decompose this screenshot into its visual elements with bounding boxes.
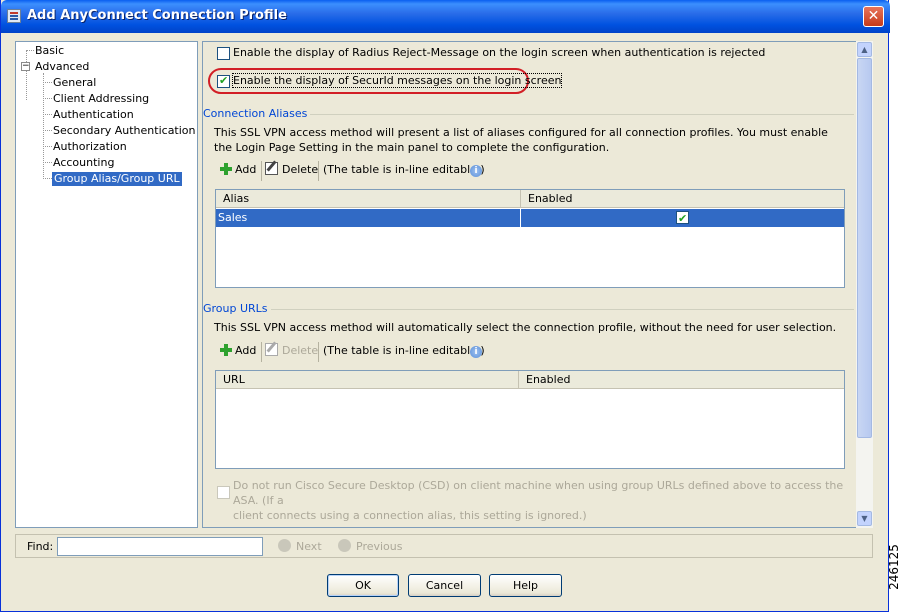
scroll-down-icon[interactable]: ▼ [857,511,872,526]
add-icon [220,344,232,356]
delete-icon [265,343,278,356]
window-title: Add AnyConnect Connection Profile [27,8,287,23]
group-urls-description: This SSL VPN access method will automati… [214,321,837,334]
scroll-up-icon[interactable]: ▲ [857,42,872,57]
previous-icon [338,539,351,552]
group-divider [260,309,854,310]
find-next-button[interactable]: Next [296,540,322,553]
navigation-tree: Basic − Advanced General Client Addressi… [15,41,198,528]
column-header-url[interactable]: URL [216,371,519,389]
tree-item-advanced[interactable]: Advanced [35,60,89,74]
group-divider [290,114,854,115]
url-table: URL Enabled [215,370,845,469]
tree-item-basic[interactable]: Basic [35,44,64,58]
help-button[interactable]: Help [489,574,562,597]
app-icon [7,9,21,23]
column-header-alias[interactable]: Alias [216,190,521,208]
radius-reject-label: Enable the display of Radius Reject-Mess… [233,46,766,59]
info-icon[interactable]: i [470,165,482,177]
tree-item-authentication[interactable]: Authentication [53,108,134,122]
collapse-icon[interactable]: − [21,62,30,71]
tree-item-authorization[interactable]: Authorization [53,140,127,154]
tree-item-accounting[interactable]: Accounting [53,156,114,170]
url-editable-note: (The table is in-line editable.) [323,344,485,357]
ok-button[interactable]: OK [327,574,399,597]
tree-item-secondary-authentication[interactable]: Secondary Authentication [53,124,196,138]
find-input[interactable] [57,537,263,556]
table-row[interactable]: Sales [216,209,844,228]
url-table-header: URL Enabled [216,371,844,389]
connection-aliases-title: Connection Aliases [203,107,311,120]
enabled-cell[interactable] [521,209,844,228]
find-label: Find: [27,540,54,553]
csd-label: Do not run Cisco Secure Desktop (CSD) on… [233,479,844,522]
vertical-scrollbar[interactable]: ▲ ▼ [856,41,873,528]
alias-cell[interactable]: Sales [216,209,521,227]
alias-enabled-checkbox[interactable] [676,210,689,228]
tree-item-general[interactable]: General [53,76,96,90]
alias-delete-button[interactable]: Delete [265,160,318,182]
csd-checkbox[interactable] [217,486,230,499]
tree-item-client-addressing[interactable]: Client Addressing [53,92,149,106]
title-bar[interactable]: Add AnyConnect Connection Profile ✕ [1,0,890,33]
group-urls-title: Group URLs [203,302,271,315]
info-icon[interactable]: i [470,346,482,358]
alias-editable-note: (The table is in-line editable.) [323,163,485,176]
url-delete-button[interactable]: Delete [265,341,318,363]
alias-add-button[interactable]: Add [220,160,256,182]
securid-label: Enable the display of SecurId messages o… [231,73,563,88]
url-add-button[interactable]: Add [220,341,256,363]
radius-reject-checkbox[interactable] [217,47,230,60]
connection-aliases-description: This SSL VPN access method will present … [214,126,828,154]
next-icon [278,539,291,552]
alias-table: Alias Enabled Sales [215,189,845,288]
delete-icon [265,162,278,175]
scroll-thumb[interactable] [857,58,872,438]
close-button[interactable]: ✕ [863,6,884,27]
add-icon [220,163,232,175]
alias-table-header: Alias Enabled [216,190,844,208]
cancel-button[interactable]: Cancel [408,574,481,597]
column-header-enabled[interactable]: Enabled [519,371,844,389]
figure-number: 246125 [886,544,901,590]
find-previous-button[interactable]: Previous [356,540,403,553]
tree-item-group-alias-url[interactable]: Group Alias/Group URL [52,172,182,186]
column-header-enabled[interactable]: Enabled [521,190,844,208]
securid-checkbox[interactable] [217,74,230,88]
